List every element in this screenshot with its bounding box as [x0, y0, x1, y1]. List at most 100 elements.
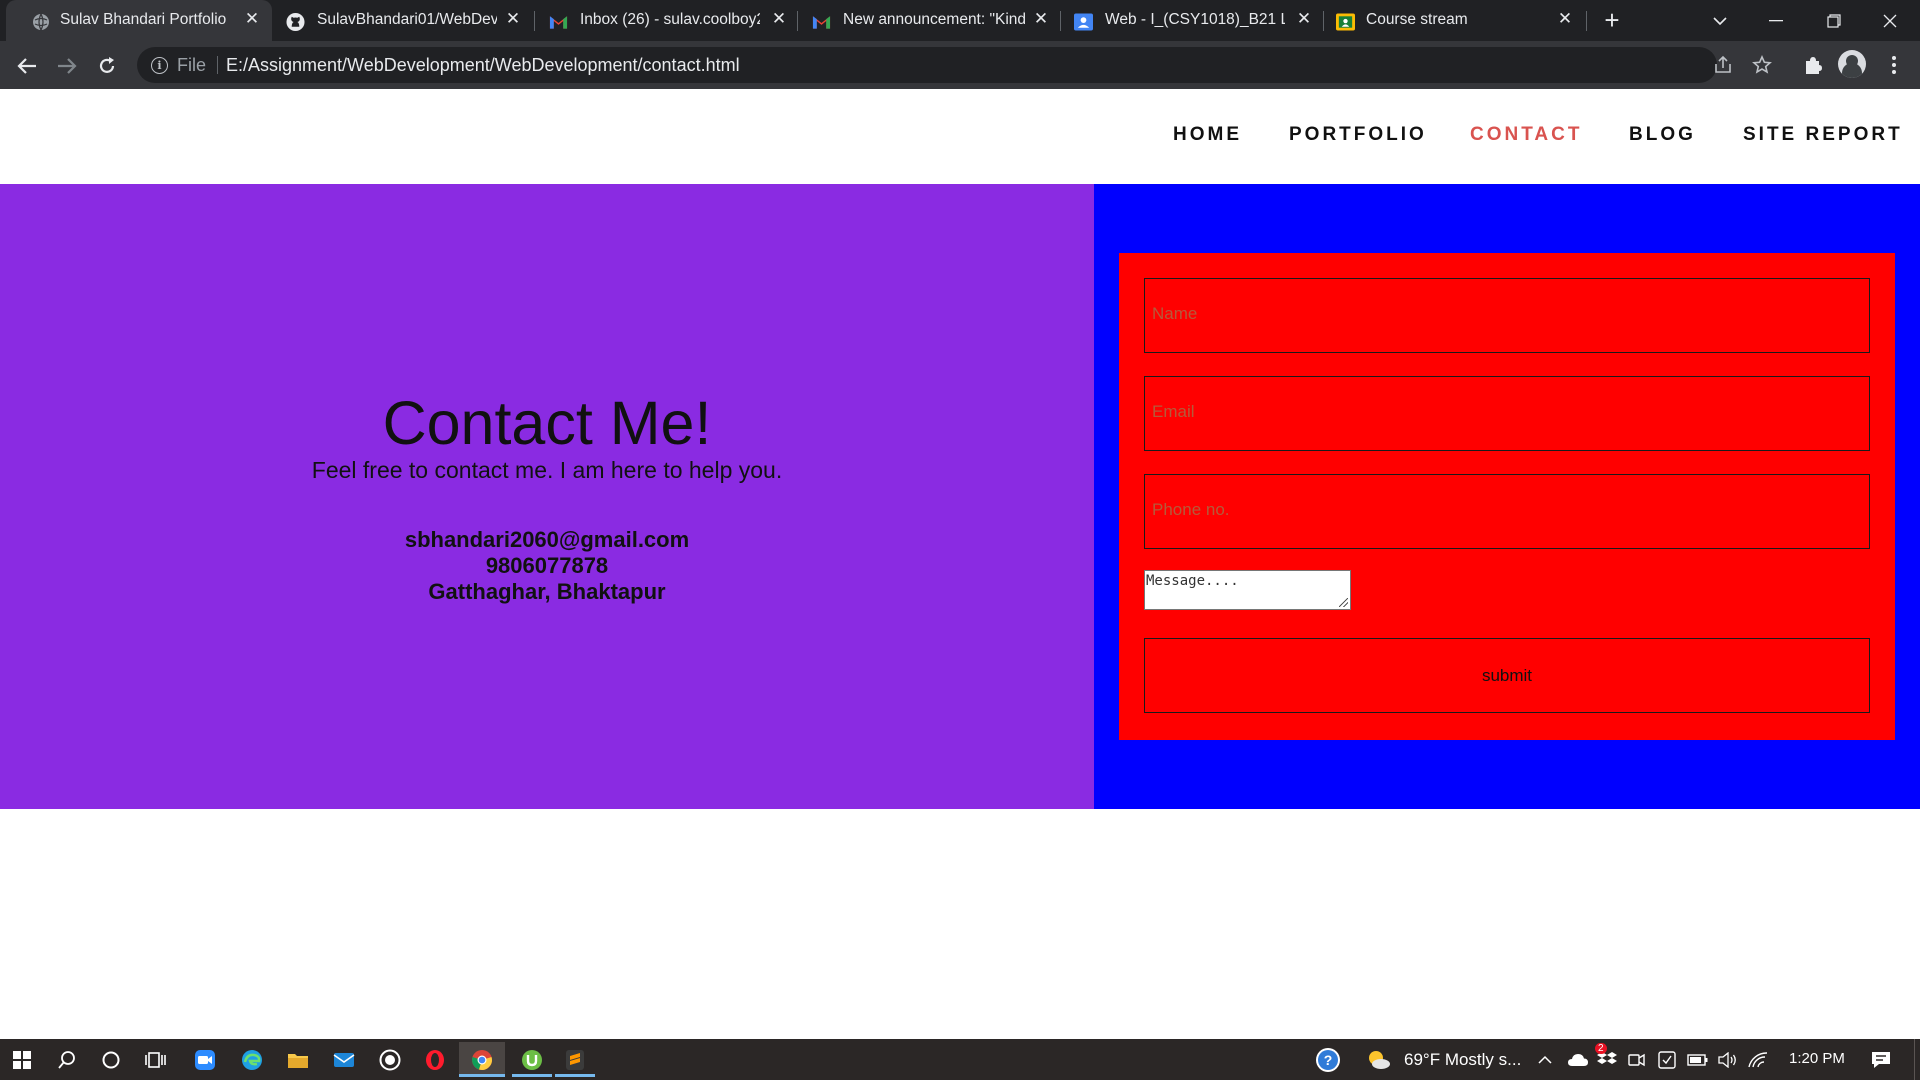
windows-taskbar: ? 69°F Mostly s... 2 1:20 PM: [0, 1039, 1920, 1080]
forward-arrow-icon[interactable]: [53, 52, 81, 80]
close-tab-icon[interactable]: ✕: [1294, 9, 1314, 29]
gmail-icon: [549, 12, 568, 31]
globe-icon: [31, 12, 50, 31]
message-placeholder: Message....: [1146, 573, 1239, 589]
url-text[interactable]: E:/Assignment/WebDevelopment/WebDevelopm…: [226, 55, 740, 76]
svg-text:?: ?: [1324, 1052, 1333, 1068]
task-view-icon[interactable]: [141, 1045, 171, 1075]
minimize-button[interactable]: [1748, 0, 1804, 41]
contact-subtitle: Feel free to contact me. I am here to he…: [311, 457, 783, 483]
phone-input[interactable]: Phone no.: [1144, 474, 1870, 549]
address-bar[interactable]: i File E:/Assignment/WebDevelopment/WebD…: [137, 47, 1772, 83]
contact-form-panel: Name Email Phone no. Message.... submit: [1094, 184, 1920, 809]
new-tab-button[interactable]: +: [1598, 5, 1626, 35]
contact-info-panel: Contact Me! Feel free to contact me. I a…: [0, 184, 1094, 809]
close-tab-icon[interactable]: ✕: [769, 9, 789, 29]
phone-placeholder: Phone no.: [1152, 500, 1230, 519]
close-tab-icon[interactable]: ✕: [1031, 9, 1051, 29]
back-arrow-icon[interactable]: [13, 52, 41, 80]
url-separator: [217, 56, 218, 74]
github-icon: [286, 12, 305, 31]
close-window-button[interactable]: [1862, 0, 1918, 41]
browser-toolbar: i File E:/Assignment/WebDevelopment/WebD…: [0, 41, 1920, 89]
github-desktop-icon[interactable]: [375, 1045, 405, 1075]
search-icon[interactable]: [52, 1045, 82, 1075]
tab-title: SulavBhandari01/WebDevel: [317, 11, 497, 28]
meet-now-icon[interactable]: [1625, 1045, 1649, 1075]
chrome-browser-icon[interactable]: [459, 1042, 505, 1077]
submit-button[interactable]: submit: [1144, 638, 1870, 713]
weather-text[interactable]: 69°F Mostly s...: [1404, 1050, 1521, 1070]
browser-tab-bar: Sulav Bhandari Portfolio ✕ SulavBhandari…: [0, 0, 1920, 41]
tab-gmail-inbox[interactable]: Inbox (26) - sulav.coolboy2 ✕: [535, 0, 797, 41]
dropbox-icon[interactable]: 2: [1595, 1043, 1619, 1075]
tab-title: Sulav Bhandari Portfolio: [60, 11, 227, 28]
windows-start-icon[interactable]: [7, 1045, 37, 1075]
security-center-icon[interactable]: [1655, 1045, 1679, 1075]
bookmark-star-icon[interactable]: [1751, 54, 1773, 76]
name-input[interactable]: Name: [1144, 278, 1870, 353]
cortana-icon[interactable]: [96, 1045, 126, 1075]
reload-icon[interactable]: [93, 52, 121, 80]
tab-title: Web - I_(CSY1018)_B21 Lev: [1105, 11, 1285, 28]
site-info-icon[interactable]: i: [151, 57, 168, 74]
help-icon[interactable]: ?: [1312, 1045, 1344, 1075]
nav-link-site-report[interactable]: SITE REPORT: [1743, 124, 1903, 146]
notification-badge: 2: [1595, 1043, 1607, 1054]
close-tab-icon[interactable]: ✕: [1555, 9, 1575, 29]
scheme-label: File: [177, 55, 207, 75]
tab-search-chevron-icon[interactable]: [1692, 0, 1748, 41]
menu-kebab-icon[interactable]: [1880, 51, 1908, 79]
page-viewport: HOME PORTFOLIO CONTACT BLOG SITE REPORT …: [0, 89, 1920, 1039]
nav-link-blog[interactable]: BLOG: [1629, 124, 1696, 146]
zoom-app-icon[interactable]: [190, 1045, 220, 1075]
tab-new-announcement[interactable]: New announcement: "Kindl ✕: [798, 0, 1060, 41]
email-input[interactable]: Email: [1144, 376, 1870, 451]
tab-title: Course stream: [1366, 11, 1468, 28]
clock-time[interactable]: 1:20 PM: [1789, 1050, 1845, 1067]
tab-github-repo[interactable]: SulavBhandari01/WebDevel ✕: [272, 0, 534, 41]
profile-avatar[interactable]: [1838, 50, 1866, 78]
contact-address: Gatthaghar, Bhaktapur: [428, 579, 666, 604]
wifi-icon[interactable]: [1746, 1045, 1770, 1075]
message-textarea[interactable]: Message....: [1144, 570, 1351, 610]
nav-link-portfolio[interactable]: PORTFOLIO: [1289, 124, 1427, 146]
tab-sulav-bhandari-portfolio[interactable]: Sulav Bhandari Portfolio ✕: [6, 0, 272, 41]
share-icon[interactable]: [1712, 54, 1734, 76]
active-app-indicator: [459, 1074, 505, 1077]
contact-email: sbhandari2060@gmail.com: [404, 527, 690, 552]
onedrive-cloud-icon[interactable]: [1566, 1045, 1590, 1075]
volume-icon[interactable]: [1716, 1045, 1740, 1075]
close-tab-icon[interactable]: ✕: [503, 9, 523, 29]
sublime-text-icon[interactable]: [555, 1042, 595, 1077]
resize-grip-icon[interactable]: [1339, 598, 1348, 607]
action-center-icon[interactable]: [1866, 1045, 1896, 1075]
tab-separator: [1586, 11, 1587, 31]
weather-partly-sunny-icon[interactable]: [1364, 1045, 1394, 1075]
classroom-stream-icon: [1336, 12, 1355, 31]
tab-title: Inbox (26) - sulav.coolboy2: [580, 11, 760, 28]
utorrent-icon[interactable]: [512, 1042, 552, 1077]
name-placeholder: Name: [1152, 304, 1198, 323]
extensions-puzzle-icon[interactable]: [1799, 51, 1827, 79]
tab-course-stream[interactable]: Course stream ✕: [1324, 0, 1586, 41]
opera-browser-icon[interactable]: [420, 1045, 450, 1075]
site-navigation: HOME PORTFOLIO CONTACT BLOG SITE REPORT: [0, 89, 1920, 184]
gmail-icon: [812, 12, 831, 31]
close-tab-icon[interactable]: ✕: [242, 9, 262, 29]
chevron-up-icon[interactable]: [1535, 1045, 1555, 1075]
restore-button[interactable]: [1806, 0, 1862, 41]
contact-heading: Contact Me!: [382, 389, 712, 457]
tab-web-classroom[interactable]: Web - I_(CSY1018)_B21 Lev ✕: [1061, 0, 1323, 41]
nav-link-home[interactable]: HOME: [1173, 124, 1242, 146]
show-desktop-strip[interactable]: [1914, 1039, 1920, 1080]
file-explorer-icon[interactable]: [283, 1045, 313, 1075]
classroom-icon: [1074, 12, 1093, 31]
open-app-indicator: [512, 1074, 552, 1077]
open-app-indicator: [555, 1074, 595, 1077]
tab-title: New announcement: "Kindl: [843, 11, 1025, 28]
mail-app-icon[interactable]: [329, 1045, 359, 1075]
edge-browser-icon[interactable]: [237, 1045, 267, 1075]
battery-icon[interactable]: [1686, 1045, 1710, 1075]
nav-link-contact[interactable]: CONTACT: [1470, 124, 1582, 146]
